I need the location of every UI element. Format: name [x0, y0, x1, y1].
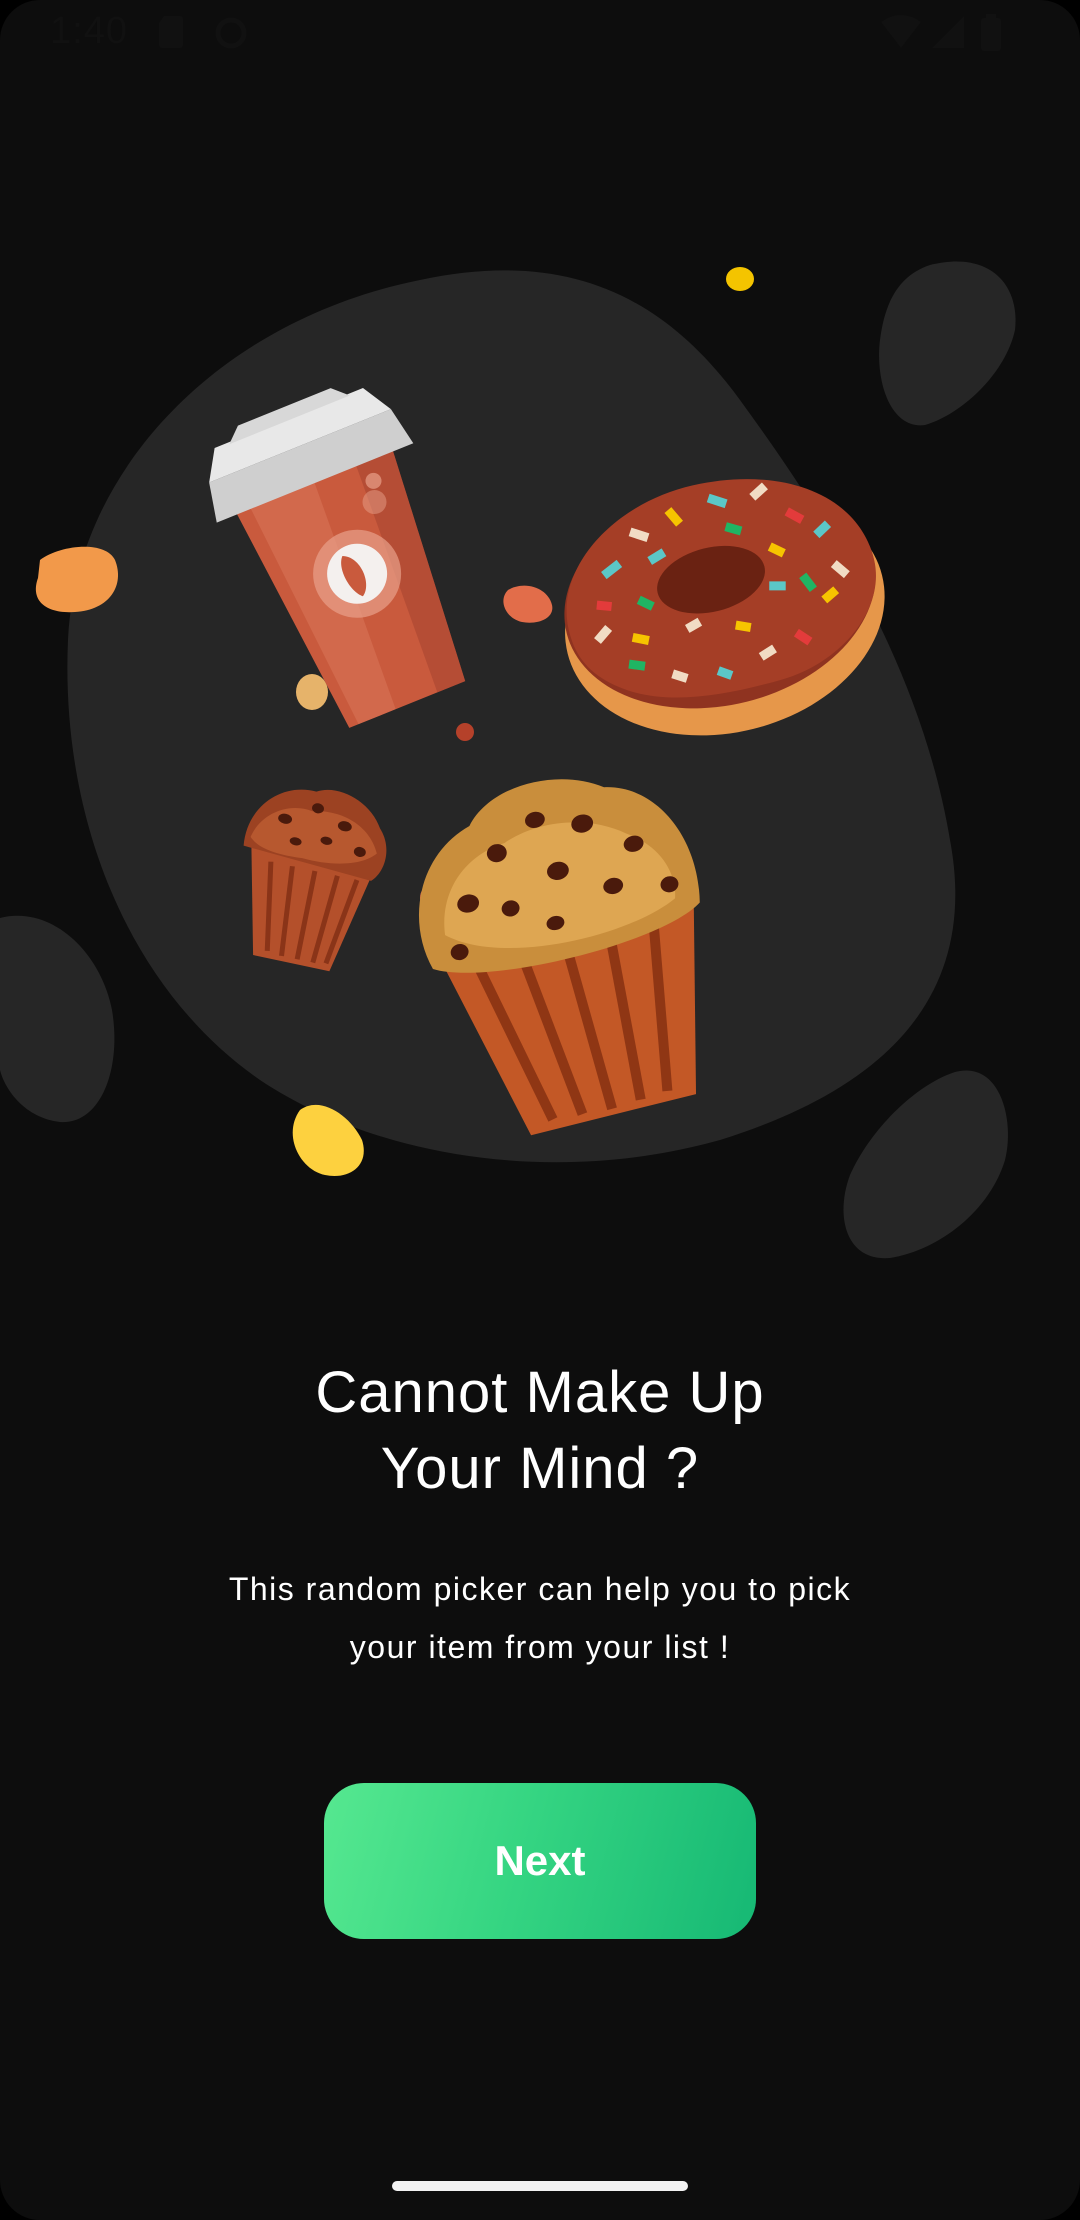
home-indicator[interactable]: [392, 2181, 688, 2191]
title-line-1: Cannot Make Up: [315, 1360, 765, 1425]
onboarding-title: Cannot Make Up Your Mind ?: [0, 1355, 1080, 1507]
description-line-2: your item from your list !: [349, 1629, 731, 1665]
sim-card-icon: [159, 16, 183, 48]
blob-left: [0, 915, 115, 1123]
description-line-1: This random picker can help you to pick: [228, 1571, 852, 1607]
signal-icon: [932, 16, 964, 48]
battery-icon: [981, 14, 1001, 51]
next-button[interactable]: Next: [324, 1783, 756, 1939]
onboarding-description: This random picker can help you to pick …: [0, 1560, 1080, 1676]
onboarding-screen: 1:40 Cannot Make Up Your Mind ? This ran…: [0, 0, 1080, 2220]
title-line-2: Your Mind ?: [380, 1436, 700, 1501]
blob-bottom-right: [843, 1070, 1008, 1259]
status-time: 1:40: [50, 10, 128, 52]
food-illustration: [0, 261, 1016, 1259]
sync-icon: [215, 17, 247, 49]
blob-top-right: [879, 261, 1016, 426]
wifi-icon: [881, 15, 921, 48]
status-bar: 1:40: [0, 0, 1080, 70]
